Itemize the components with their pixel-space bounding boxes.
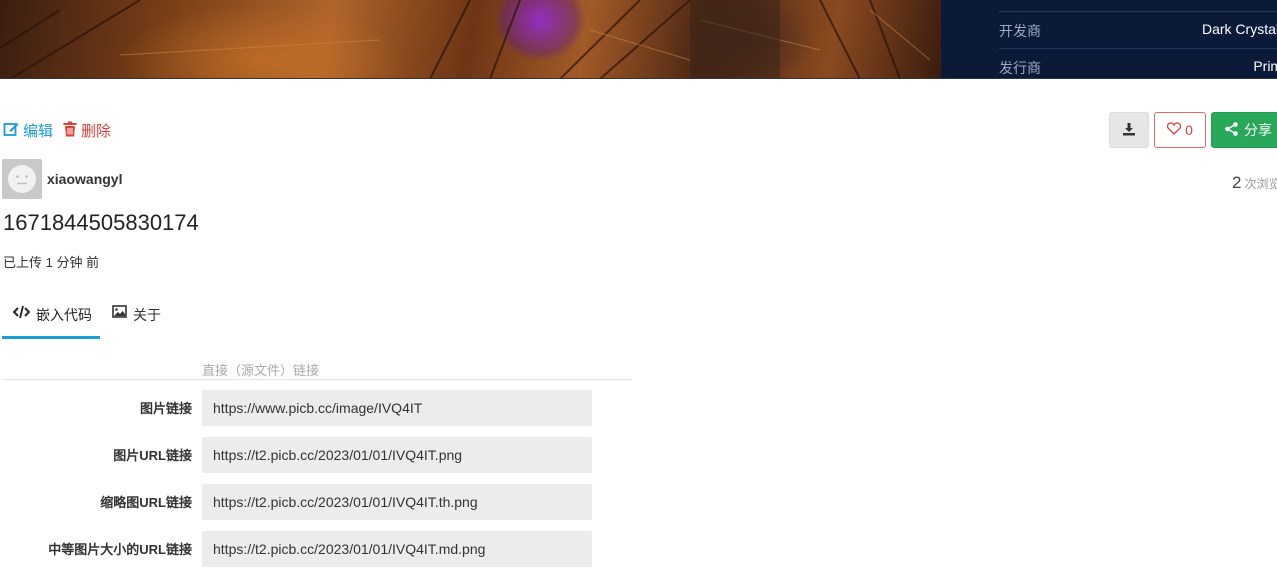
image-url-label: 图片URL链接 [113, 448, 192, 463]
image-link-label: 图片链接 [139, 401, 192, 416]
publisher-value: Prime Matt [1253, 58, 1277, 74]
image-title: 1671844505830174 [3, 210, 199, 235]
game-info-row-publisher: 发行商 Prime Matt [999, 49, 1277, 78]
share-button[interactable]: 分享 [1211, 112, 1277, 148]
trash-icon [63, 121, 77, 141]
upload-time: 已上传 1 分钟 前 [3, 255, 100, 270]
like-button[interactable]: 0 [1154, 112, 1206, 148]
image-icon [112, 305, 127, 321]
publisher-key: 发行商 [999, 60, 1041, 76]
delete-button[interactable]: 删除 [63, 120, 111, 141]
edit-icon [3, 121, 19, 141]
download-icon [1122, 122, 1136, 139]
default-avatar-icon [8, 165, 36, 193]
share-label: 分享 [1244, 122, 1272, 138]
edit-label: 编辑 [23, 123, 54, 140]
game-info-row-developer: 开发商 Dark Crystal Game [999, 12, 1277, 49]
download-button[interactable] [1109, 112, 1149, 148]
tab-embed-code-label: 嵌入代码 [36, 307, 92, 323]
game-info-row [999, 0, 1277, 12]
avatar[interactable] [2, 159, 42, 199]
section-divider [2, 379, 632, 380]
delete-label: 删除 [81, 123, 112, 140]
view-counter: 2 次浏览 [1232, 173, 1277, 193]
tab-embed-code[interactable]: 嵌入代码 [2, 305, 100, 339]
edit-button[interactable]: 编辑 [3, 120, 53, 141]
thumbnail-url-field[interactable] [202, 484, 592, 520]
thumbnail-url-label: 缩略图URL链接 [100, 495, 192, 510]
share-icon [1225, 121, 1238, 139]
image-link-field[interactable] [202, 390, 592, 426]
username-link[interactable]: xiaowangyl [47, 171, 122, 187]
medium-url-field[interactable] [202, 531, 592, 567]
developer-value: Dark Crystal Game [1201, 21, 1277, 37]
tab-about[interactable]: 关于 [112, 305, 161, 339]
code-icon [12, 305, 31, 322]
medium-url-label: 中等图片大小的URL链接 [48, 542, 192, 557]
direct-links-section-label: 直接（源文件）链接 [202, 363, 320, 378]
tab-about-label: 关于 [133, 307, 161, 323]
banner: 开发商 Dark Crystal Game 发行商 Prime Matt [0, 0, 1277, 79]
developer-key: 开发商 [999, 23, 1041, 39]
game-info-panel: 开发商 Dark Crystal Game 发行商 Prime Matt [941, 0, 1277, 78]
banner-image [0, 0, 941, 78]
like-count: 0 [1185, 122, 1193, 138]
heart-icon [1167, 122, 1182, 138]
views-label: 次浏览 [1244, 177, 1277, 191]
image-url-field[interactable] [202, 437, 592, 473]
views-count: 2 [1232, 173, 1242, 192]
